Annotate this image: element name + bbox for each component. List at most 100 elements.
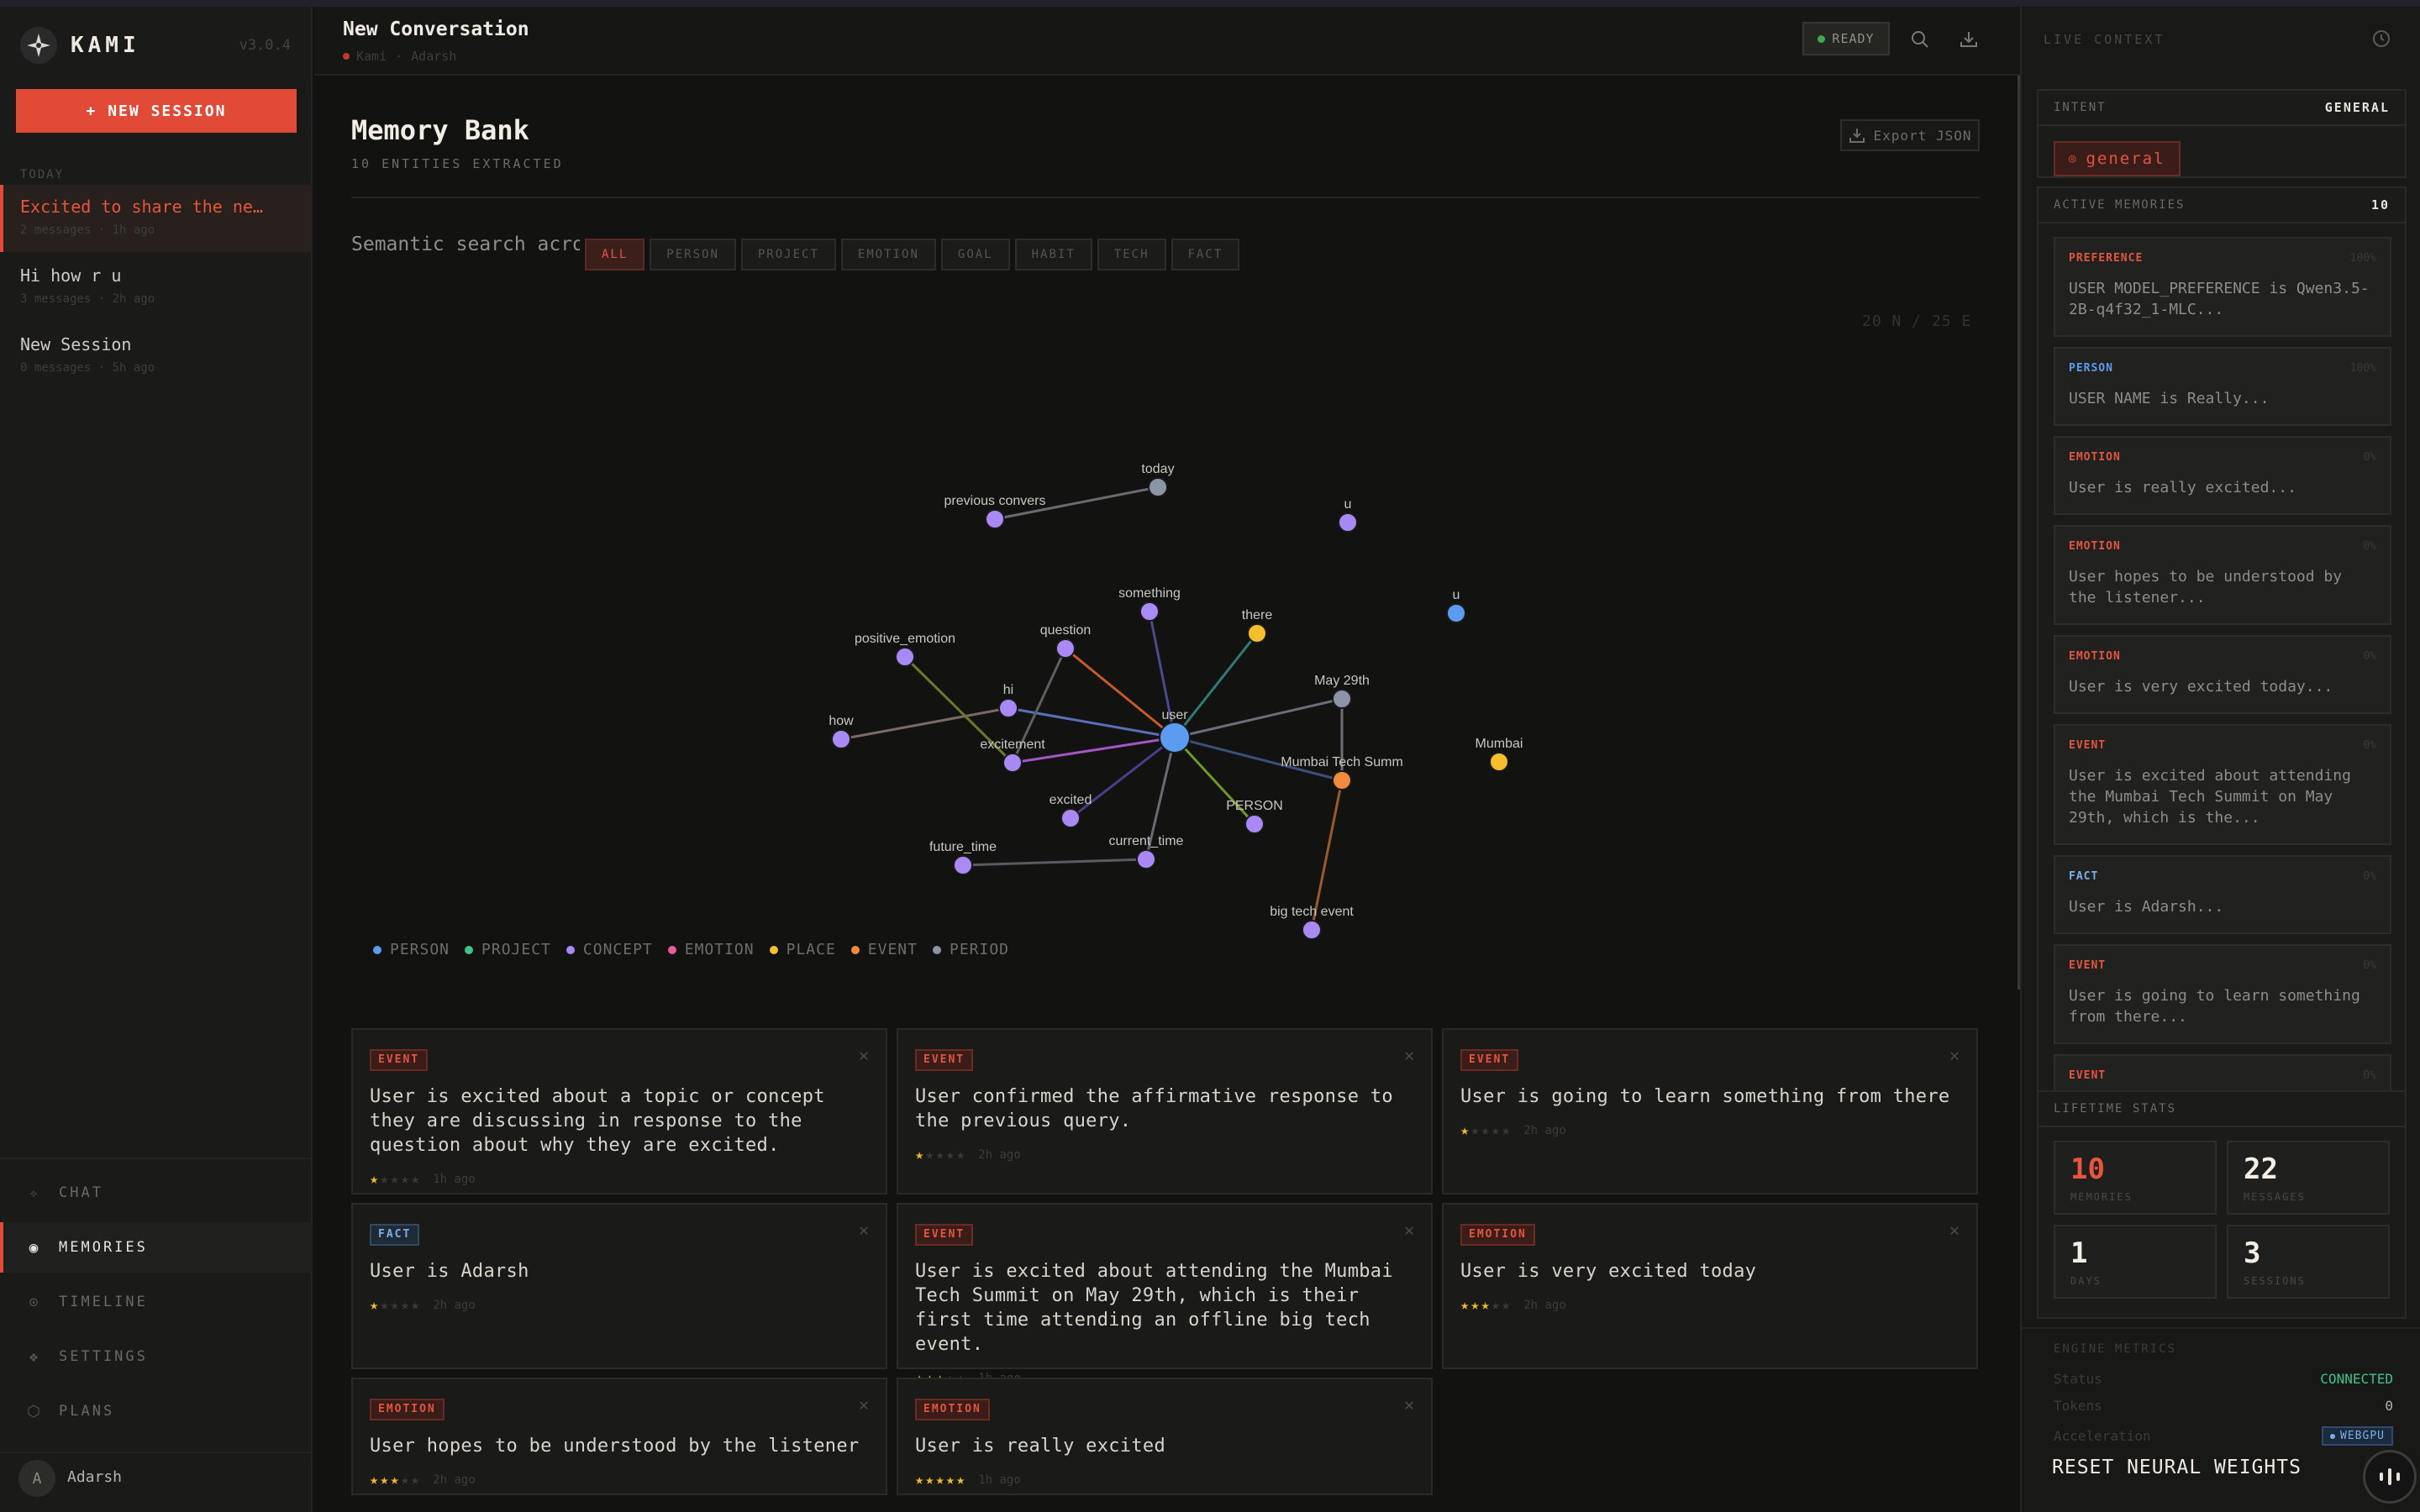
export-json-button[interactable]: Export JSON [1840, 119, 1980, 151]
intent-value: GENERAL [2324, 100, 2390, 115]
nav-item-plans[interactable]: ⬡ PLANS [0, 1386, 313, 1436]
new-session-button[interactable]: + NEW SESSION [16, 89, 297, 133]
graph-node-label: question [1040, 623, 1092, 638]
filter-emotion[interactable]: EMOTION [840, 239, 936, 270]
active-memory-tag: EVENT [2069, 739, 2107, 752]
active-memory-card[interactable]: EVENT 0% User is going to learn something … [2054, 944, 2391, 1044]
status-text: READY [1832, 31, 1875, 46]
nav-item-chat[interactable]: ✧ CHAT [0, 1168, 313, 1218]
graph-node-today[interactable] [1148, 477, 1168, 497]
memory-card[interactable]: EMOTION ✕ User is very excited today ★★★… [1442, 1203, 1978, 1369]
graph-node-bigtech[interactable] [1302, 920, 1322, 940]
memory-tag: EVENT [915, 1049, 974, 1071]
graph-node-personnode[interactable] [1244, 814, 1265, 834]
close-icon[interactable]: ✕ [859, 1394, 869, 1415]
graph-node-may29[interactable] [1332, 689, 1352, 709]
close-icon[interactable]: ✕ [859, 1045, 869, 1065]
memory-card[interactable]: EVENT ✕ User confirmed the affirmative r… [897, 1028, 1433, 1194]
memory-tag: EMOTION [1460, 1224, 1535, 1246]
active-memories-list[interactable]: PREFERENCE 100% USER MODEL_PREFERENCE is Q… [2054, 237, 2391, 1127]
active-memory-card[interactable]: EMOTION 0% User is really excited... [2054, 436, 2391, 515]
memory-card[interactable]: EMOTION ✕ User is really excited ★★★★★ 1h… [897, 1378, 1433, 1495]
semantic-search-input[interactable]: Semantic search across memories... [351, 234, 580, 255]
close-icon[interactable]: ✕ [1404, 1394, 1414, 1415]
engine-key: Status [2054, 1371, 2102, 1387]
close-icon[interactable]: ✕ [859, 1220, 869, 1240]
page-title: Memory Bank [351, 114, 529, 146]
legend-item-project: PROJECT [465, 941, 551, 958]
nav-item-memories[interactable]: ◉ MEMORIES [0, 1222, 313, 1273]
memory-card[interactable]: EVENT ✕ User is going to learn something… [1442, 1028, 1978, 1194]
filter-goal[interactable]: GOAL [940, 239, 1010, 270]
intent-box: INTENT GENERAL ◎ general [2037, 89, 2407, 178]
filter-fact[interactable]: FACT [1171, 239, 1240, 270]
graph-node-hi[interactable] [998, 698, 1018, 718]
legend-item-person: PERSON [373, 941, 450, 958]
graph-node-excitement[interactable] [1002, 753, 1023, 773]
active-memory-card[interactable]: EMOTION 0% User hopes to be understood by … [2054, 525, 2391, 625]
memory-card[interactable]: EMOTION ✕ User hopes to be understood by… [351, 1378, 887, 1495]
nav-label: TIMELINE [59, 1294, 148, 1310]
stat-memories: 10 MEMORIES [2054, 1141, 2217, 1215]
session-title: New Session [20, 334, 132, 354]
knowledge-graph[interactable]: today previous convers u something there u pos… [314, 378, 2020, 1016]
engine-value: CONNECTED [2320, 1371, 2393, 1387]
filter-person[interactable]: PERSON [650, 239, 736, 270]
chat-icon: ✧ [29, 1184, 39, 1202]
close-icon[interactable]: ✕ [1949, 1220, 1960, 1240]
reset-neural-weights-button[interactable]: RESET NEURAL WEIGHTS [2052, 1457, 2302, 1478]
graph-node-posemo[interactable] [895, 647, 915, 667]
graph-node-mumbai[interactable] [1489, 752, 1509, 772]
graph-node-u2[interactable] [1446, 603, 1466, 623]
graph-node-label: something [1118, 586, 1181, 601]
filter-all[interactable]: ALL [585, 239, 645, 270]
graph-node-mts[interactable] [1332, 770, 1352, 790]
graph-node-user[interactable] [1159, 722, 1191, 753]
graph-node-there[interactable] [1247, 623, 1267, 643]
app-name: KAMI [71, 33, 140, 58]
graph-node-current[interactable] [1136, 849, 1156, 869]
memory-age: 2h ago [1523, 1299, 1566, 1312]
active-memory-text: User hopes to be understood by the liste… [2069, 568, 2343, 606]
graph-node-future[interactable] [953, 855, 973, 875]
graph-node-question[interactable] [1055, 638, 1076, 659]
active-memory-confidence: 100% [2349, 362, 2376, 375]
close-icon[interactable]: ✕ [1949, 1045, 1960, 1065]
nav-item-settings[interactable]: ❖ SETTINGS [0, 1331, 313, 1382]
session-item-active[interactable]: Excited to share the ne… 2 messages · 1h… [0, 185, 313, 252]
active-memory-card[interactable]: EMOTION 0% User is very excited today... [2054, 635, 2391, 714]
star-rating: ★★★★★ [370, 1297, 422, 1314]
close-icon[interactable]: ✕ [1404, 1045, 1414, 1065]
avatar[interactable]: A [18, 1460, 55, 1497]
nav-divider [0, 1158, 313, 1159]
history-icon[interactable] [2371, 29, 2391, 54]
graph-node-label: positive_emotion [855, 632, 955, 646]
voice-wave-icon[interactable] [2363, 1450, 2417, 1504]
engine-metrics-title: ENGINE METRICS [2054, 1342, 2177, 1356]
filter-tech[interactable]: TECH [1097, 239, 1166, 270]
session-item[interactable]: New Session 0 messages · 5h ago [0, 323, 313, 390]
memory-card[interactable]: FACT ✕ User is Adarsh ★★★★★ 2h ago [351, 1203, 887, 1369]
graph-node-excited[interactable] [1060, 808, 1081, 828]
nav-item-timeline[interactable]: ⊙ TIMELINE [0, 1277, 313, 1327]
graph-node-prev[interactable] [985, 509, 1005, 529]
active-memories-header: ACTIVE MEMORIES 10 [2039, 188, 2405, 223]
memory-card[interactable]: EVENT ✕ User is excited about a topic or… [351, 1028, 887, 1194]
timeline-icon: ⊙ [29, 1293, 39, 1311]
graph-node-u1[interactable] [1338, 512, 1358, 533]
close-icon[interactable]: ✕ [1404, 1220, 1414, 1240]
search-icon[interactable] [1907, 27, 1933, 52]
memory-card[interactable]: EVENT ✕ User is excited about attending … [897, 1203, 1433, 1387]
session-item[interactable]: Hi how r u 3 messages · 2h ago [0, 254, 313, 321]
active-memory-card[interactable]: PREFERENCE 100% USER MODEL_PREFERENCE is Q… [2054, 237, 2391, 337]
active-memory-card[interactable]: PERSON 100% USER NAME is Really... [2054, 347, 2391, 426]
download-icon[interactable] [1956, 27, 1981, 52]
filter-project[interactable]: PROJECT [740, 239, 836, 270]
graph-node-something[interactable] [1139, 601, 1160, 622]
filter-habit[interactable]: HABIT [1014, 239, 1092, 270]
memory-meta: ★★★★★ 1h ago [370, 1171, 869, 1188]
graph-node-how[interactable] [831, 729, 851, 749]
intent-chip: ◎ general [2054, 141, 2181, 176]
active-memory-card[interactable]: EVENT 0% User is excited about attending t… [2054, 724, 2391, 845]
active-memory-card[interactable]: FACT 0% User is Adarsh... [2054, 855, 2391, 934]
